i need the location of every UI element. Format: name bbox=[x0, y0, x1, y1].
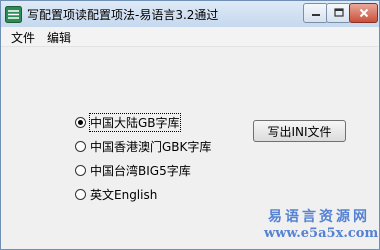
radio-big5-label: 中国台湾BIG5字库 bbox=[90, 163, 191, 178]
maximize-icon bbox=[333, 8, 344, 17]
menu-item-edit[interactable]: 编辑 bbox=[45, 29, 73, 46]
maximize-button[interactable] bbox=[326, 3, 351, 23]
title-bar[interactable]: 写配置项读配置项法-易语言3.2通过 bbox=[1, 1, 379, 27]
radio-big5[interactable]: 中国台湾BIG5字库 bbox=[75, 161, 191, 179]
radio-gbk-label: 中国香港澳门GBK字库 bbox=[90, 139, 212, 154]
menu-item-file[interactable]: 文件 bbox=[9, 29, 37, 46]
radio-gb-indicator[interactable] bbox=[75, 116, 86, 128]
close-icon bbox=[359, 8, 368, 18]
menu-bar: 文件 编辑 bbox=[1, 27, 379, 47]
watermark-site-name: 易语言资源网 bbox=[268, 209, 370, 225]
close-button[interactable] bbox=[349, 3, 378, 23]
minimize-button[interactable] bbox=[303, 3, 328, 23]
radio-gbk[interactable]: 中国香港澳门GBK字库 bbox=[75, 137, 211, 155]
radio-big5-indicator[interactable] bbox=[75, 164, 86, 176]
radio-english-indicator[interactable] bbox=[75, 188, 86, 200]
watermark-url: www.e5a5x.com bbox=[264, 225, 379, 241]
radio-gbk-indicator[interactable] bbox=[75, 140, 86, 152]
write-ini-button[interactable]: 写出INI文件 bbox=[253, 120, 346, 142]
radio-gb-label: 中国大陆GB字库 bbox=[89, 112, 181, 132]
radio-english-label: 英文English bbox=[90, 187, 158, 202]
site-watermark: 易语言资源网 www.e5a5x.com bbox=[264, 209, 379, 241]
radio-english[interactable]: 英文English bbox=[75, 185, 157, 203]
radio-gb[interactable]: 中国大陆GB字库 bbox=[75, 112, 181, 132]
minimize-icon bbox=[311, 14, 320, 16]
app-logo-icon bbox=[5, 6, 22, 23]
app-window: 写配置项读配置项法-易语言3.2通过 文件 编辑 中国大陆GB字库 中国香港澳门… bbox=[0, 0, 380, 250]
window-title: 写配置项读配置项法-易语言3.2通过 bbox=[27, 8, 219, 22]
